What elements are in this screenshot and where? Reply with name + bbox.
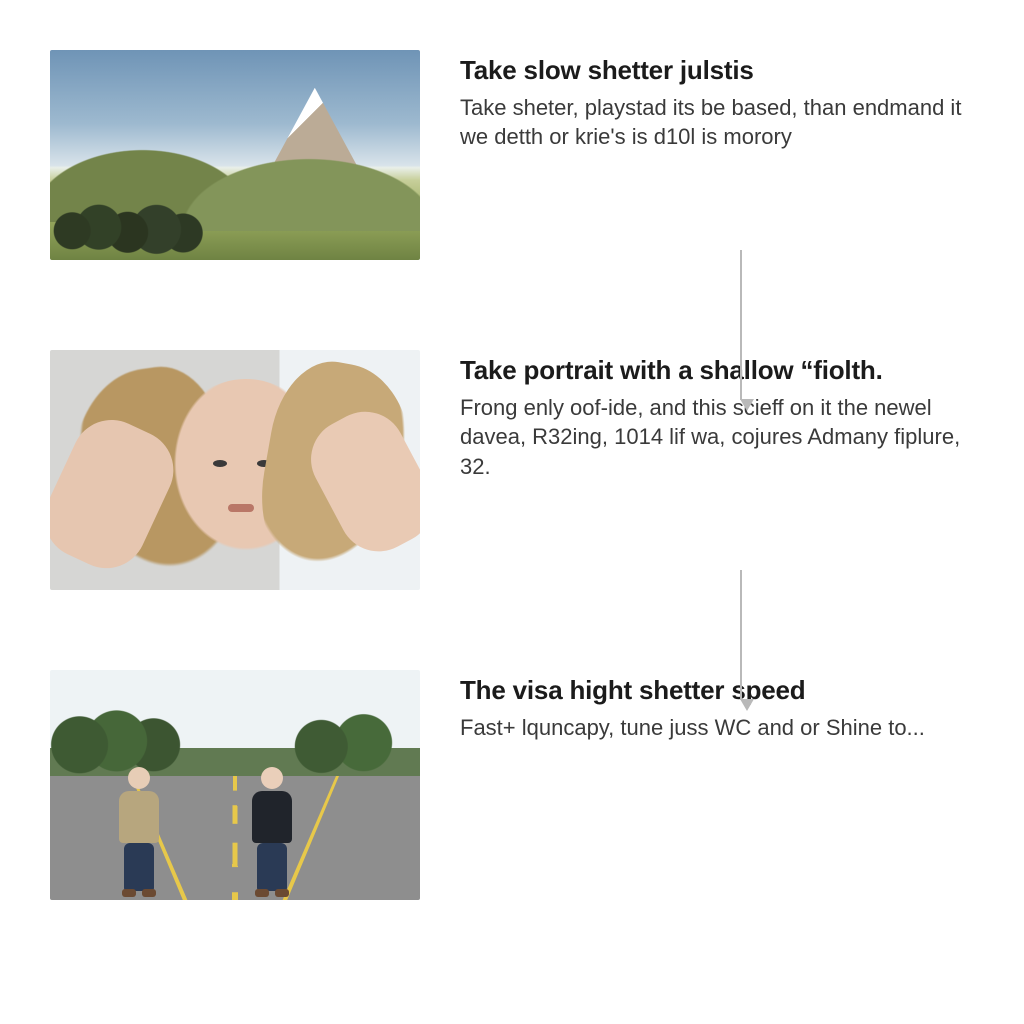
step-2-title: Take portrait with a shallow “fiolth. — [460, 354, 964, 387]
step-3: The visa hight shetter speed Fast+ lqunc… — [50, 670, 964, 900]
step-2-body: Frong enly oof-ide, and this scieff on i… — [460, 393, 964, 482]
step-1-text: Take slow shetter julstis Take sheter, p… — [460, 50, 964, 152]
step-3-text: The visa hight shetter speed Fast+ lqunc… — [460, 670, 964, 742]
step-1-image-landscape — [50, 50, 420, 260]
step-1-body: Take sheter, playstad its be based, than… — [460, 93, 964, 152]
step-2: Take portrait with a shallow “fiolth. Fr… — [50, 350, 964, 590]
step-2-image-portrait — [50, 350, 420, 590]
step-3-title: The visa hight shetter speed — [460, 674, 964, 707]
step-1-title: Take slow shetter julstis — [460, 54, 964, 87]
tutorial-steps-page: Take slow shetter julstis Take sheter, p… — [0, 0, 1024, 1024]
step-3-image-street — [50, 670, 420, 900]
step-1: Take slow shetter julstis Take sheter, p… — [50, 50, 964, 260]
step-3-body: Fast+ lquncapy, tune juss WC and or Shin… — [460, 713, 964, 743]
step-2-text: Take portrait with a shallow “fiolth. Fr… — [460, 350, 964, 482]
